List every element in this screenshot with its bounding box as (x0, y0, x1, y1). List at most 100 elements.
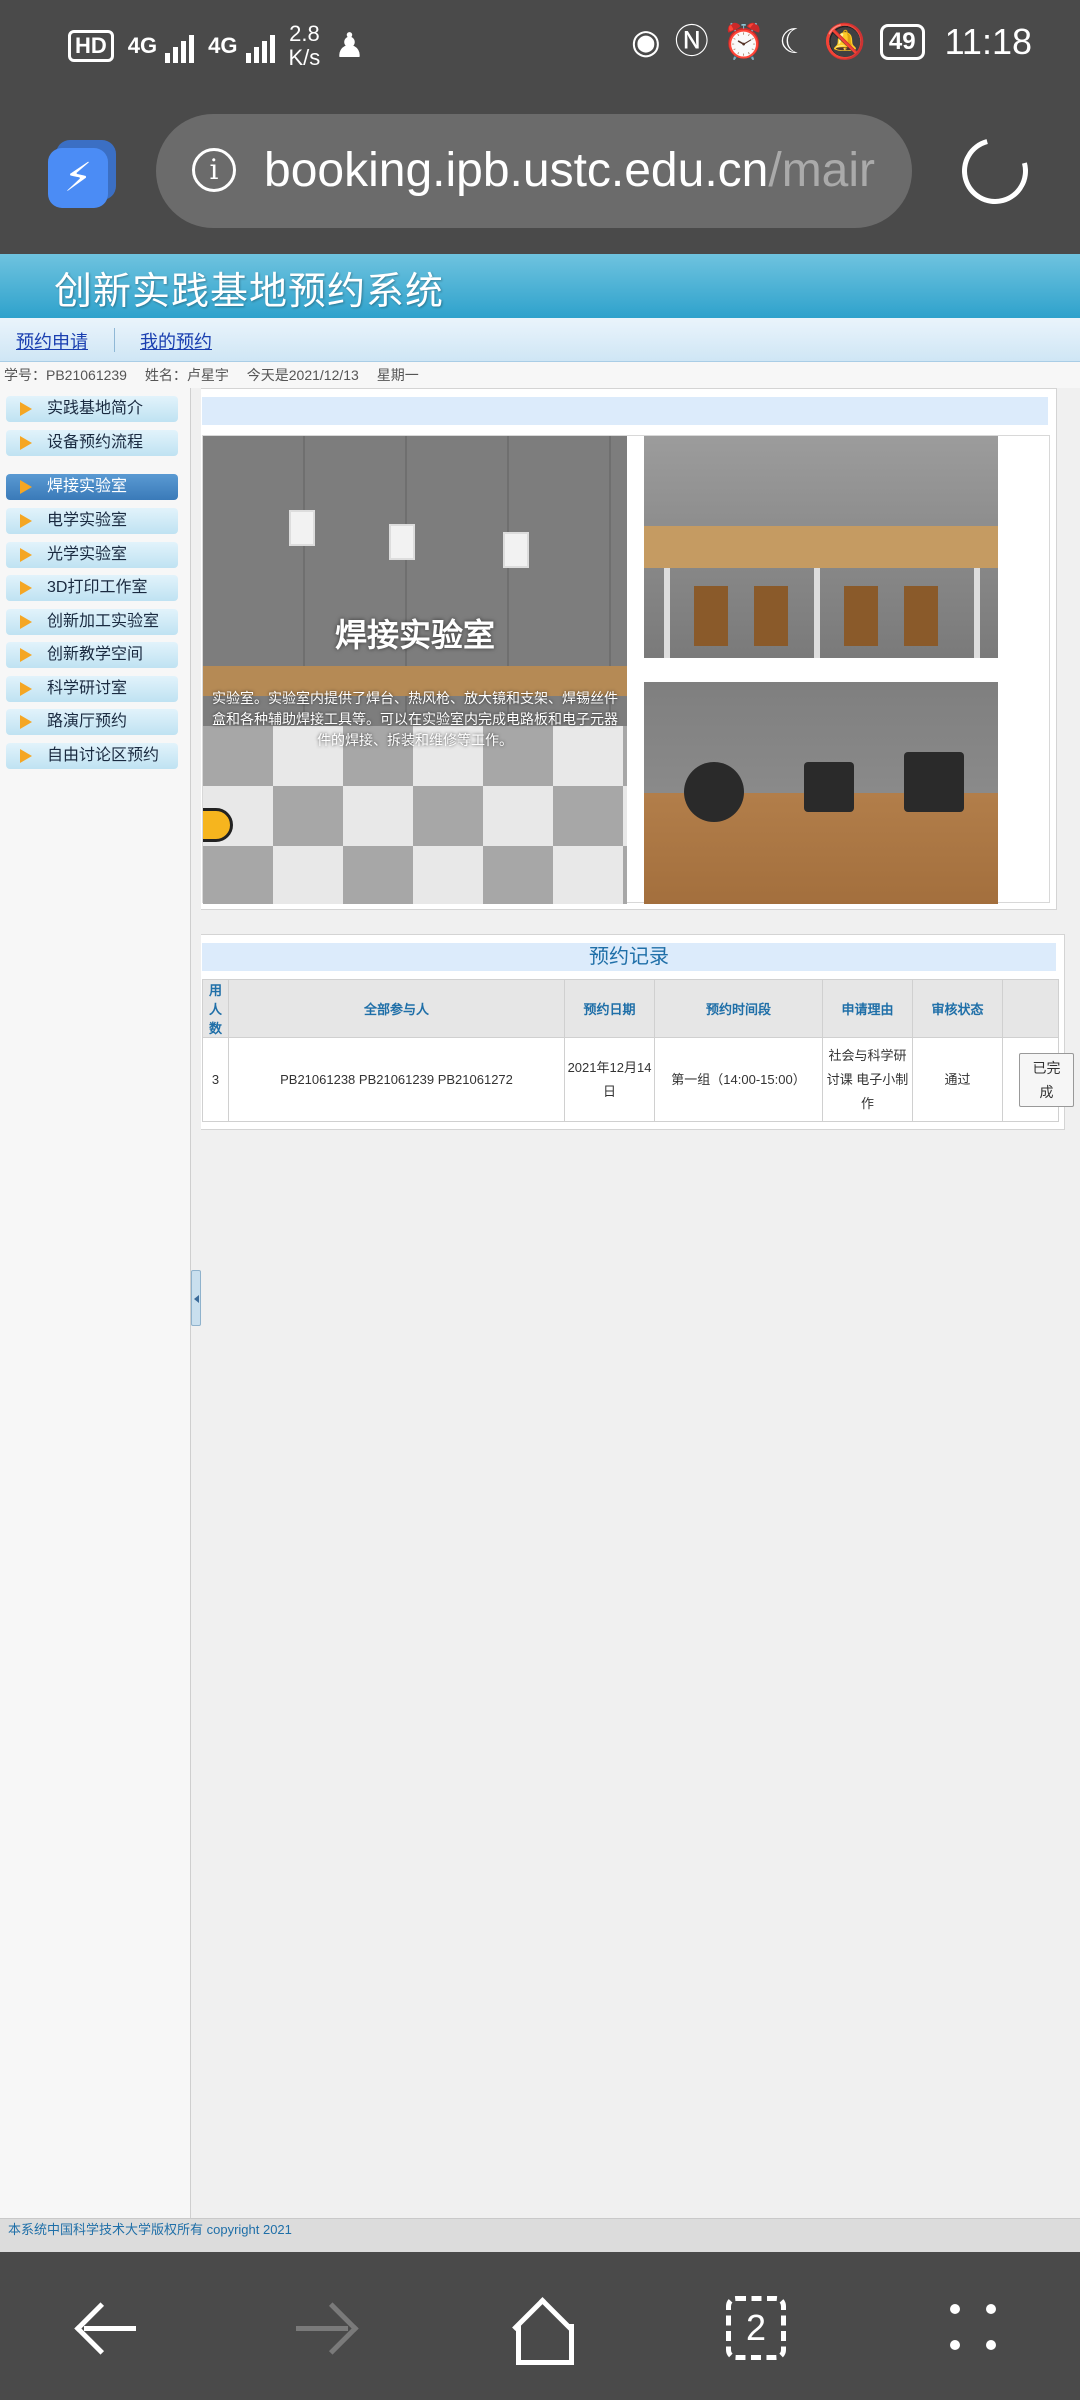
signal-icon (165, 29, 195, 63)
tabs-icon[interactable]: 2 (726, 2296, 786, 2360)
network-type-2: 4G (208, 33, 238, 58)
url-domain: booking.ipb.ustc.edu.cn (264, 144, 769, 197)
col-reason: 申请理由 (822, 979, 913, 1038)
sidebar-item-process[interactable]: 设备预约流程 (6, 430, 178, 456)
hd-badge: HD (68, 30, 114, 62)
photo-tool (804, 762, 854, 812)
photo-desk-leg (664, 568, 670, 658)
sidebar-item-welding-lab[interactable]: 焊接实验室 (6, 474, 178, 500)
browser-logo-icon[interactable]: ⚡ (48, 148, 108, 208)
arrow-icon (20, 436, 32, 450)
sidebar-item-optics-lab[interactable]: 光学实验室 (6, 542, 178, 568)
sidebar-item-label: 电学实验室 (47, 512, 128, 529)
sidebar-item-label: 自由讨论区预约 (47, 747, 160, 764)
table-row: 3 PB21061238 PB21061239 PB21061272 2021年… (202, 1037, 1074, 1122)
sidebar-item-label: 创新教学空间 (47, 646, 144, 663)
photo-stool (904, 586, 938, 646)
col-date: 预约日期 (564, 979, 655, 1038)
reload-icon[interactable] (949, 125, 1041, 217)
sidebar-collapse-handle[interactable] (191, 1270, 201, 1326)
bottom-nav: 2 (0, 2252, 1080, 2400)
nav-my-bookings[interactable]: 我的预约 (140, 328, 212, 354)
weekday: 星期一 (376, 367, 419, 383)
cell-participants: PB21061238 PB21061239 PB21061272 (228, 1037, 565, 1122)
cell-reason: 社会与科学研讨课 电子小制作 (822, 1037, 913, 1122)
arrow-icon (20, 749, 32, 763)
sidebar-item-label: 焊接实验室 (47, 478, 128, 495)
site-info-icon[interactable]: i (192, 148, 236, 192)
dot (950, 2340, 960, 2350)
sidebar-item-label: 创新加工实验室 (47, 613, 160, 630)
col-action (1002, 979, 1059, 1038)
col-status: 审核状态 (912, 979, 1003, 1038)
photo-stool (754, 586, 788, 646)
sidebar-item-teaching-space[interactable]: 创新教学空间 (6, 642, 178, 668)
cell-count: 3 (202, 1037, 229, 1122)
lab-photo-main[interactable]: 焊接实验室 实验室。实验室内提供了焊台、热风枪、放大镜和支架、焊锡丝件盒和各种辅… (203, 436, 627, 904)
sidebar-item-label: 设备预约流程 (47, 434, 144, 451)
url-text[interactable]: booking.ipb.ustc.edu.cn/mair (264, 144, 875, 198)
sidebar-item-intro[interactable]: 实践基地简介 (6, 396, 178, 422)
lab-photo-tools[interactable] (644, 682, 998, 904)
completed-button[interactable]: 已完成 (1019, 1052, 1074, 1107)
clock: 11:18 (944, 21, 1032, 62)
sidebar-item-seminar-room[interactable]: 科学研讨室 (6, 676, 178, 702)
site-title: 创新实践基地预约系统 (54, 271, 445, 313)
more-icon[interactable] (936, 2290, 1012, 2366)
col-count: 用人数 (202, 979, 229, 1038)
dot (986, 2304, 996, 2314)
battery-icon: 49 (879, 24, 925, 60)
arrow-icon (20, 581, 32, 595)
photo-stool (694, 586, 728, 646)
outlet-shape (389, 524, 415, 560)
sidebar-item-3d-print[interactable]: 3D打印工作室 (6, 575, 178, 601)
nav-booking-apply[interactable]: 预约申请 (16, 328, 88, 354)
panel-header (202, 397, 1048, 425)
arrow-icon (20, 548, 32, 562)
forward-icon[interactable] (286, 2290, 362, 2366)
sidebar-item-discussion-area[interactable]: 自由讨论区预约 (6, 743, 178, 769)
nav-divider (114, 328, 115, 352)
table-header-row: 用人数 全部参与人 预约日期 预约时间段 申请理由 审核状态 (202, 979, 1059, 1038)
arrow-icon (20, 715, 32, 729)
lab-photo-workbench[interactable] (644, 436, 998, 658)
sidebar-item-electrical-lab[interactable]: 电学实验室 (6, 508, 178, 534)
dot (950, 2304, 960, 2314)
lab-intro-panel: 焊接实验室 实验室。实验室内提供了焊台、热风枪、放大镜和支架、焊锡丝件盒和各种辅… (201, 388, 1057, 910)
photo-desk (644, 526, 998, 568)
arrow-icon (20, 682, 32, 696)
outlet-shape (503, 532, 529, 568)
arrow-icon (20, 514, 32, 528)
sidebar-item-roadshow-hall[interactable]: 路演厅预约 (6, 709, 178, 735)
student-id: 学号：PB21061239 (4, 367, 127, 383)
home-icon[interactable] (502, 2290, 578, 2366)
dot (986, 2340, 996, 2350)
back-icon[interactable] (70, 2290, 146, 2366)
photo-tool (684, 762, 744, 822)
records-table: 用人数 全部参与人 预约日期 预约时间段 申请理由 审核状态 3 PB21061… (202, 979, 1074, 1122)
sidebar-item-label: 实践基地简介 (47, 400, 144, 417)
page-footer: 本系统中国科学技术大学版权所有 copyright 2021 (0, 2218, 1080, 2252)
today-date: 今天是2021/12/13 (246, 367, 359, 383)
alarm-icon: ⏰ (722, 23, 766, 61)
cell-action: 已完成 (1002, 1037, 1074, 1122)
speed-unit: K/s (288, 45, 321, 70)
network-type-1: 4G (127, 33, 158, 58)
nfc-icon: Ⓝ (674, 23, 709, 61)
slide-description: 实验室。实验室内提供了焊台、热风枪、放大镜和支架、焊锡丝件盒和各种辅助焊接工具等… (212, 690, 618, 748)
slide-caption: 焊接实验室 (334, 617, 495, 653)
records-title: 预约记录 (202, 943, 1056, 971)
arrow-icon (20, 402, 32, 416)
moon-icon: ☾ (779, 23, 810, 61)
photo-desk-leg (814, 568, 820, 658)
sidebar-item-label: 科学研讨室 (47, 680, 128, 697)
outlet-shape (289, 510, 315, 546)
browser-toolbar: ⚡ i booking.ipb.ustc.edu.cn/mair (0, 92, 1080, 254)
photo-tool (904, 752, 964, 812)
arrow-icon (20, 648, 32, 662)
sidebar-item-machining-lab[interactable]: 创新加工实验室 (6, 609, 178, 635)
arrow-icon (20, 615, 32, 629)
address-bar[interactable]: i booking.ipb.ustc.edu.cn/mair (156, 114, 912, 228)
user-info-bar: 学号：PB21061239 姓名：卢星宇 今天是2021/12/13 星期一 (0, 362, 1080, 388)
network-speed: 2.8 K/s (289, 22, 321, 70)
